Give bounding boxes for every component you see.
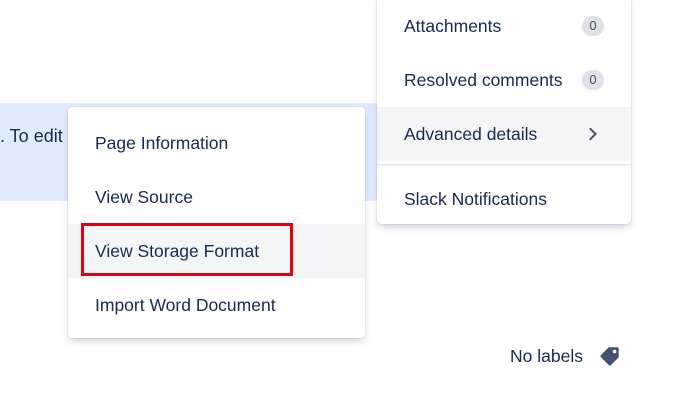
chevron-right-icon xyxy=(584,127,597,141)
menu-item-advanced-details[interactable]: Advanced details xyxy=(377,107,631,161)
submenu-item-label: Page Information xyxy=(95,132,229,153)
submenu-item-label: View Source xyxy=(95,186,193,207)
attachments-count-badge: 0 xyxy=(582,16,604,36)
no-labels-text: No labels xyxy=(510,345,583,366)
resolved-comments-count-badge: 0 xyxy=(582,70,604,90)
menu-item-resolved-comments[interactable]: Resolved comments 0 xyxy=(377,53,631,107)
menu-item-attachments[interactable]: Attachments 0 xyxy=(377,0,631,53)
submenu-item-label: View Storage Format xyxy=(95,240,260,261)
menu-item-label: Attachments xyxy=(404,15,502,36)
page-tools-menu: Attachments 0 Resolved comments 0 Advanc… xyxy=(377,0,631,224)
banner-text-left: . To edit xyxy=(0,126,63,146)
submenu-item-label: Import Word Document xyxy=(95,294,276,315)
tag-icon[interactable] xyxy=(599,345,621,367)
advanced-details-submenu: Page Information View Source View Storag… xyxy=(68,107,365,338)
submenu-item-view-storage-format[interactable]: View Storage Format xyxy=(68,224,365,278)
menu-divider xyxy=(377,164,631,166)
labels-section: No labels xyxy=(510,345,621,367)
submenu-item-view-source[interactable]: View Source xyxy=(68,170,365,224)
submenu-item-page-information[interactable]: Page Information xyxy=(68,116,365,170)
menu-item-label: Resolved comments xyxy=(404,69,563,90)
menu-item-slack-notifications[interactable]: Slack Notifications xyxy=(377,172,631,226)
menu-item-label: Slack Notifications xyxy=(404,188,547,209)
submenu-item-import-word-document[interactable]: Import Word Document xyxy=(68,278,365,332)
menu-item-label: Advanced details xyxy=(404,123,538,144)
